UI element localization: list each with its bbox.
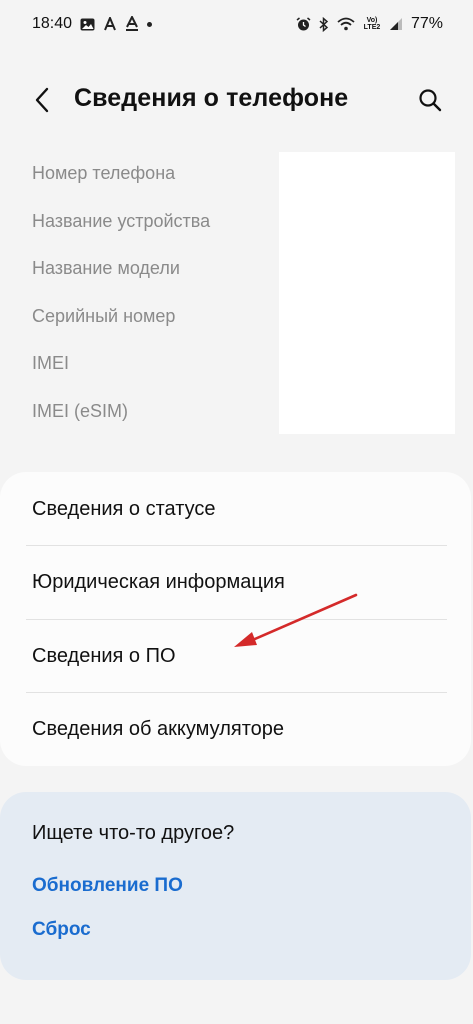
wifi-icon (337, 17, 355, 31)
info-row-phone-number: Номер телефона (32, 163, 176, 184)
info-row-device-name[interactable]: Название устройства (32, 198, 282, 246)
redacted-values-overlay (279, 152, 455, 434)
menu-item-battery-info[interactable]: Сведения об аккумуляторе (32, 693, 452, 766)
link-reset[interactable]: Сброс (32, 919, 91, 941)
status-time: 18:40 (32, 15, 73, 32)
back-arrow-icon (35, 87, 49, 113)
phone-info-list: Номер телефона Название устройства Назва… (32, 150, 282, 435)
info-row-imei: IMEI (32, 353, 70, 374)
link-software-update[interactable]: Обновление ПО (32, 875, 183, 897)
info-row-imei-esim: IMEI (eSIM) (32, 400, 129, 421)
page-title: Сведения о телефоне (74, 84, 349, 112)
search-button[interactable] (412, 82, 448, 118)
app-bar: Сведения о телефоне (0, 70, 473, 130)
volte-icon: Vo) LTE2 (363, 17, 381, 31)
info-row-model-name: Название модели (32, 258, 180, 279)
suggestions-panel: Ищете что-то другое? Обновление ПО Сброс (0, 792, 471, 980)
notification-dot-icon (147, 21, 153, 27)
annotation-arrow-icon (234, 593, 358, 647)
menu-item-status-info[interactable]: Сведения о статусе (32, 473, 452, 546)
gallery-icon (80, 18, 95, 31)
search-icon (419, 89, 442, 112)
font-a-icon (103, 16, 117, 32)
signal-icon (389, 17, 403, 31)
font-a-underline-icon (125, 16, 139, 32)
suggestions-title: Ищете что-то другое? (32, 822, 235, 844)
status-bar: 18:40 Vo) LTE2 77% (0, 0, 473, 48)
info-row-serial-number: Серийный номер (32, 305, 176, 326)
back-button[interactable] (26, 82, 58, 118)
alarm-icon (296, 16, 311, 32)
battery-percent: 77% (410, 15, 443, 32)
bluetooth-icon (319, 16, 329, 32)
